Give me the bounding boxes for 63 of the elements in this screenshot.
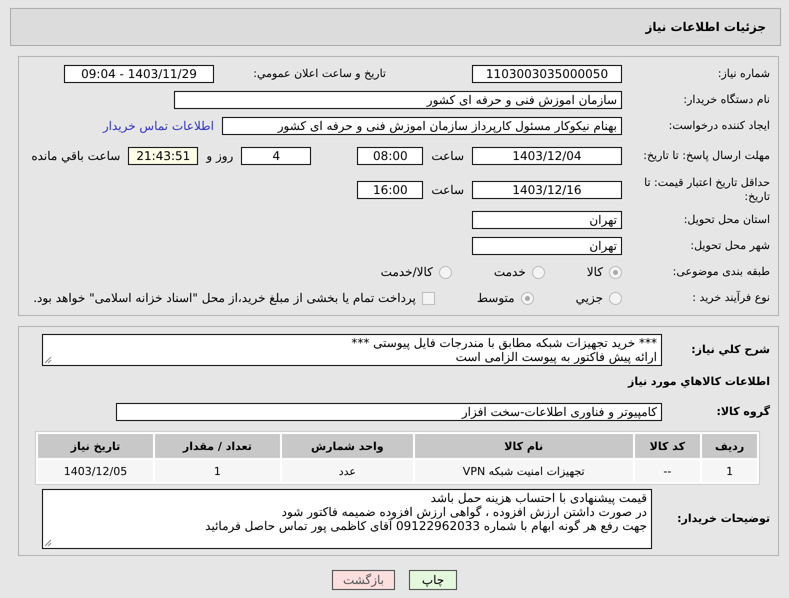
goods-group-field: کامپیوتر و فناوری اطلاعات-سخت افزار: [116, 403, 662, 421]
radio-label: متوسط: [476, 291, 515, 305]
checkbox[interactable]: [422, 292, 435, 304]
announcement-field: 1403/11/29 - 09:04: [64, 65, 214, 83]
field-label: شماره نیاز:: [716, 67, 770, 81]
table-cell: 1403/12/05: [38, 460, 154, 482]
field-label: نوع فرآیند خرید :: [691, 291, 770, 305]
radio-label: خدمت: [494, 265, 526, 279]
field-label: تاریخ و ساعت اعلان عمومي:: [252, 67, 386, 81]
city-field: تهران: [472, 237, 622, 255]
time-label: ساعت: [431, 149, 464, 163]
table-cell: 1: [155, 460, 280, 482]
resize-grip-icon: [44, 356, 52, 364]
field-label: ایجاد کننده درخواست:: [668, 119, 770, 133]
radio-button[interactable]: [532, 266, 545, 278]
table-cell: تجهیزات امنیت شبکه VPN: [414, 460, 633, 482]
province-field: تهران: [472, 211, 622, 229]
field-label: استان محل تحویل:: [682, 213, 770, 227]
table-cell: 1: [702, 460, 757, 482]
days-label: روز و: [206, 149, 234, 163]
column-header: کد کالا: [634, 434, 700, 458]
field-label: شرح كلي نياز:: [690, 343, 770, 357]
field-label: حداقل تاریخ اعتبار قیمت: تا تاریخ:: [643, 176, 770, 204]
field-label: گروه کالا:: [715, 405, 770, 419]
print-button[interactable]: چاپ: [409, 570, 457, 590]
section-heading: اطلاعات كالاهاي مورد نياز: [626, 375, 770, 389]
remaining-field: 21:43:51: [128, 147, 198, 165]
time-field: 16:00: [357, 181, 424, 199]
field-label: نام دستگاه خریدار:: [682, 93, 770, 107]
contact-link[interactable]: اطلاعات تماس خریدار: [102, 119, 214, 133]
column-header: ردیف: [702, 434, 757, 458]
radio-label: جزيي: [576, 291, 603, 305]
checkbox-label: پرداخت تمام یا بخشی از مبلغ خرید،از محل "اسناد خزانه اسلامی" خواهد بود.: [33, 291, 416, 305]
field-label: توضیحات خریدار:: [676, 512, 770, 526]
column-header: واحد شمارش: [282, 434, 413, 458]
radio-button[interactable]: [520, 292, 534, 304]
table-cell: عدد: [282, 460, 413, 482]
remaining-label: ساعت باقي مانده: [31, 149, 120, 163]
field-label: شهر محل تحویل:: [689, 239, 770, 253]
time-field: 08:00: [357, 147, 424, 165]
radio-button[interactable]: [609, 292, 622, 304]
creator-field: بهنام نیکوکار مسئول کارپرداز سازمان اموزش فنی و حرفه ای کشور: [222, 117, 622, 135]
column-header: نام کالا: [414, 434, 633, 458]
radio-button[interactable]: [609, 266, 622, 278]
need-number-field: 1103003035000050: [472, 65, 622, 83]
column-header: تاریخ نیاز: [38, 434, 154, 458]
radio-label: کالا/خدمت: [380, 265, 433, 279]
column-header: تعداد / مقدار: [155, 434, 280, 458]
field-label: طبقه بندی موضوعی:: [672, 265, 770, 279]
time-label: ساعت: [431, 183, 464, 197]
table-cell: --: [634, 460, 700, 482]
date-field: 1403/12/16: [472, 181, 622, 199]
buyer-notes-box: قیمت پیشنهادی با احتساب هزینه حمل باشد در صورت داشتن ارزش افزوده ، گواهی ارزش افزوده ضمیمه فاکتور شود جهت رفع هر گونه ابهام با شماره 09122962033 آقای کاظمی پور تماس حاصل فرمائید: [42, 489, 652, 549]
back-button[interactable]: بازگشت: [332, 570, 395, 590]
buyer-org-field: سازمان اموزش فنی و حرفه ای کشور: [174, 91, 622, 109]
resize-grip-icon: [44, 539, 52, 547]
description-box: *** خرید تجهیزات شبکه مطابق با مندرجات فایل پیوستی *** ارائه پیش فاکتور به پیوست الزامی است: [42, 334, 662, 366]
days-field: 4: [241, 147, 312, 165]
date-field: 1403/12/04: [472, 147, 622, 165]
page-title: جزئیات اطلاعات نیاز: [645, 20, 766, 34]
radio-button[interactable]: [438, 266, 452, 278]
field-label: مهلت ارسال پاسخ: تا تاریخ:: [642, 149, 770, 163]
radio-label: کالا: [586, 265, 603, 279]
